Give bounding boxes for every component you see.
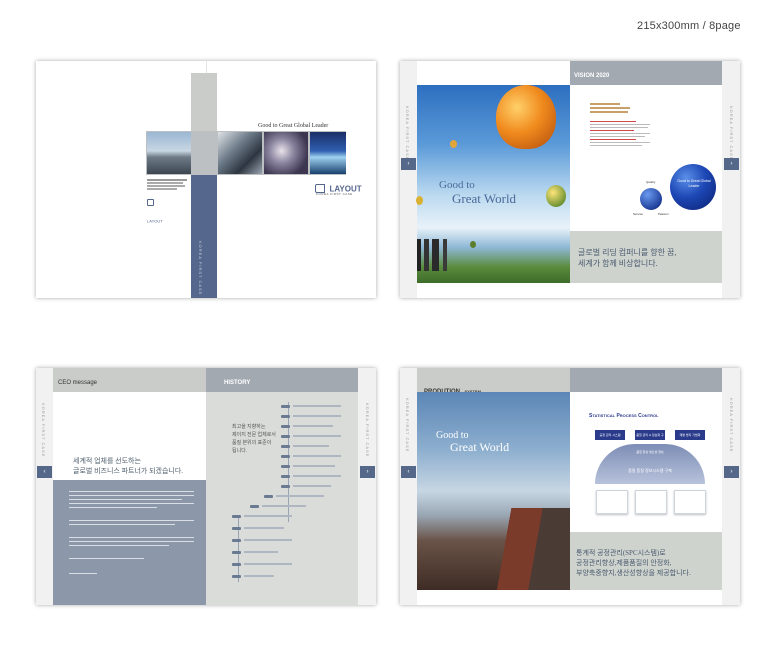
prod-diagram-title: Statistical Process Control	[589, 413, 659, 419]
history-intro-line3: 품질 본위의 표준이	[232, 441, 272, 446]
prod-next-tab[interactable]: ›	[724, 466, 739, 478]
ceo-letter-text	[69, 488, 194, 577]
vision-label-service: Service	[633, 212, 644, 216]
vision-text-block	[590, 101, 660, 148]
timeline-row	[281, 454, 351, 459]
vision-balloon-small-1	[546, 185, 566, 207]
vision-circle-label: Good to Great Global Leader	[677, 179, 711, 188]
timeline-row	[232, 526, 302, 531]
spec-label: 215x300mm / 8page	[637, 20, 741, 32]
prod-box-3: 재발 방지 기법화	[675, 430, 705, 440]
vision-hero-line2: Great World	[452, 191, 517, 206]
vision-balloon-large	[496, 85, 556, 149]
prod-box-1: 공정 관리 시스템	[595, 430, 625, 440]
production-spread: KOREA FIRST CASE ‹ PRODUTION SYSTEM Good…	[400, 368, 740, 605]
cover-small-logo: LAYOUT	[147, 194, 173, 223]
cover-photo-city	[310, 132, 346, 174]
history-intro-line4: 됩니다.	[232, 449, 248, 454]
cover-photo-gears	[264, 132, 308, 174]
history-intro-line2: 제이지 전문 업체로서	[232, 433, 276, 438]
prod-body-line1: 통계적 공정관리(SPC시스템)로	[576, 549, 666, 557]
timeline-row	[232, 550, 302, 555]
vision-spread: KOREA FIRST CASE ‹ Good to Great World V…	[400, 61, 740, 298]
timeline-row	[281, 444, 351, 449]
ceo-prev-tab[interactable]: ‹	[37, 466, 52, 478]
timeline-row	[250, 504, 320, 509]
vision-side-text: KOREA FIRST CASE	[405, 106, 410, 161]
prod-band-1: 품질 향상 생산성 향상	[636, 450, 664, 454]
timeline-row	[232, 538, 302, 543]
cover-vertical-bar-gray	[191, 73, 217, 131]
ceo-side-right-text: KOREA FIRST CASE	[365, 403, 370, 458]
ceo-headline-line1: 세계적 업체를 선도하는	[73, 457, 141, 465]
prod-side-right-text: KOREA FIRST CASE	[729, 398, 734, 453]
prod-band-2: 품질 품질 정보시스템 구축	[628, 468, 672, 473]
vision-balloon-small-2	[450, 140, 457, 148]
vision-tab-label: VISION 2020	[574, 73, 610, 79]
vision-next-tab[interactable]: ›	[724, 158, 739, 170]
vision-side-right	[722, 61, 740, 298]
timeline-row	[281, 464, 351, 469]
cover-spine-text: KOREA FIRST CASE	[198, 241, 203, 296]
history-intro: 최고을 지향하는 제이지 전문 업체로서 품질 본위의 표준이 됩니다.	[232, 424, 276, 456]
prod-square-1	[596, 490, 628, 514]
ceo-headline-line2: 글로벌 비즈니스 파트너가 되겠습니다.	[73, 467, 184, 475]
timeline-row	[281, 434, 351, 439]
prod-body-line3: 부양축중향지,생산성향상을 제공합니다.	[576, 569, 691, 577]
vision-balloon-small-3	[416, 196, 423, 205]
vision-hero-line1: Good to	[439, 179, 475, 191]
cover-vertical-bar-blue	[191, 175, 217, 298]
history-tab-label: HISTORY	[224, 380, 251, 386]
prod-square-2	[635, 490, 667, 514]
history-intro-line1: 최고을 지향하는	[232, 425, 266, 430]
timeline-row	[281, 474, 351, 479]
vision-city-skyline	[417, 239, 477, 271]
vision-label-passion: Passion	[658, 212, 669, 216]
timeline-row	[281, 424, 351, 429]
timeline-row	[232, 574, 302, 579]
ceo-side-text: KOREA FIRST CASE	[41, 403, 46, 458]
cover-headline: Good to Great Global Leader	[258, 123, 329, 129]
ceo-spread: KOREA FIRST CASE ‹ CEO message 세계적 업체를 선…	[36, 368, 376, 605]
timeline-row	[281, 404, 351, 409]
prod-box-2: 품질 관리 & 정보화 구축	[635, 430, 665, 447]
prod-side-text: KOREA FIRST CASE	[405, 398, 410, 453]
cover-photo-crane	[147, 132, 191, 174]
ceo-tab-label: CEO message	[58, 380, 98, 386]
prod-body-line2: 공정관리향상,제품품질의 안정화,	[576, 559, 672, 567]
timeline-row	[281, 484, 351, 489]
vision-label-quality: Quality	[646, 180, 656, 184]
vision-tagline-line1: 글로벌 리딩 컴퍼니를 향한 꿈,	[578, 248, 677, 257]
cover-spread: Good to Great Global Leader LAYOUT LAYOU…	[36, 61, 376, 298]
timeline-row	[264, 494, 334, 499]
prod-hero-line2: Great World	[450, 440, 510, 454]
vision-tagline-line2: 세계가 함께 비상합니다.	[578, 259, 658, 268]
vision-side-gray	[400, 61, 417, 298]
timeline-row	[232, 562, 302, 567]
prod-square-3	[674, 490, 706, 514]
cover-address-block	[147, 178, 189, 191]
timeline-row	[281, 414, 351, 419]
ceo-next-tab[interactable]: ›	[360, 466, 375, 478]
prod-prev-tab[interactable]: ‹	[401, 466, 416, 478]
cover-logo-sub: KOREA FIRST CASE	[316, 192, 353, 196]
vision-prev-tab[interactable]: ‹	[401, 158, 416, 170]
vision-side-right-text: KOREA FIRST CASE	[729, 106, 734, 161]
timeline-row	[232, 514, 302, 519]
cover-photo-metal	[218, 132, 262, 174]
vision-circle-small	[640, 188, 662, 210]
prod-ship-deck	[480, 508, 570, 590]
